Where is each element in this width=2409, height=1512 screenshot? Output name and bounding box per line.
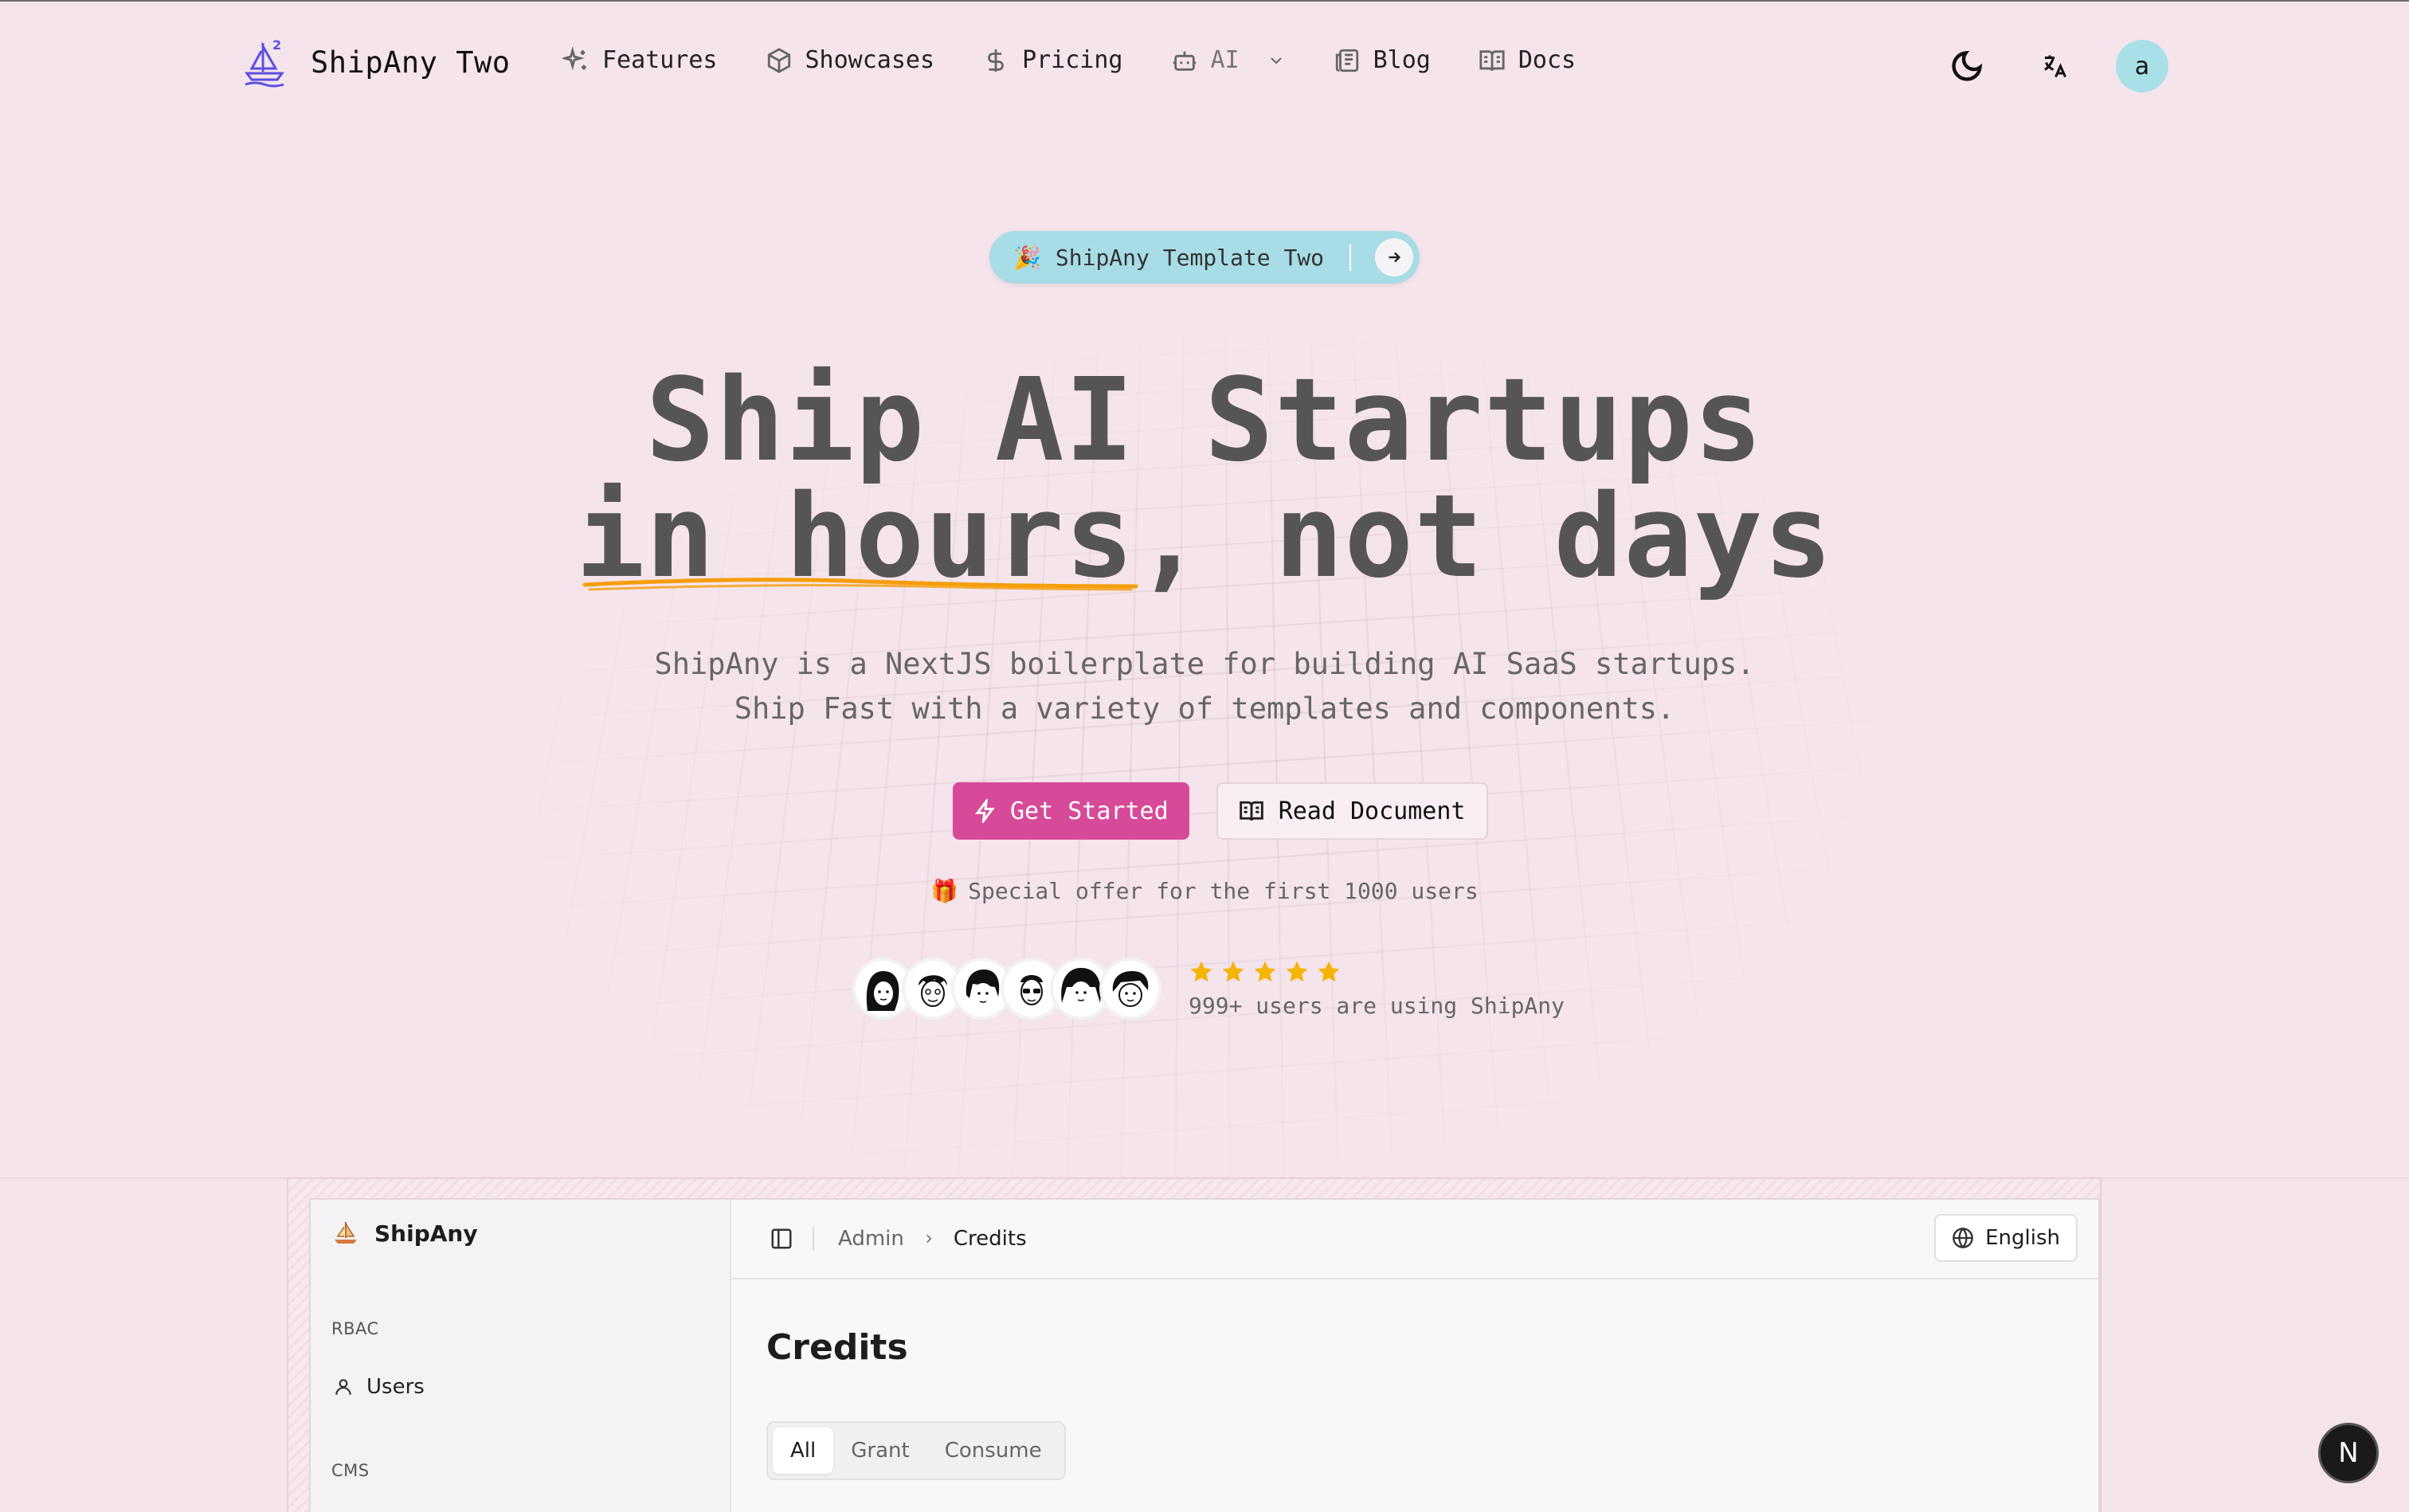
dashboard-preview: ShipAny RBAC Users CMS Admin Credits Eng… (309, 1198, 2100, 1512)
sidebar-group-cms: CMS (331, 1461, 370, 1480)
gift-icon: 🎁 (930, 878, 959, 904)
language-label: English (1985, 1226, 2060, 1250)
breadcrumb-admin[interactable]: Admin (838, 1227, 904, 1251)
read-document-button[interactable]: Read Document (1216, 782, 1488, 840)
star-icon (1254, 961, 1276, 981)
sparkles-icon (562, 46, 586, 70)
star-icon (1286, 961, 1308, 981)
tab-grant[interactable]: Grant (833, 1428, 926, 1474)
sidebar-brand-name: ShipAny (374, 1220, 478, 1247)
hero-title: Ship AI Startups in hours, not days (0, 362, 2409, 594)
preview-topbar: Admin Credits English (731, 1200, 2098, 1279)
star-rating (1189, 959, 1565, 985)
user-avatar-initial: a (2134, 52, 2150, 80)
brand-link[interactable]: 2 ShipAny Two (244, 37, 511, 88)
arrow-right-icon (1389, 252, 1401, 263)
announcement-text: ShipAny Template Two (1055, 244, 1325, 271)
moon-icon (1952, 50, 1983, 81)
chevron-down-icon (1270, 57, 1282, 64)
credit-filter-tabs: All Grant Consume (766, 1421, 1066, 1480)
header-actions: a (1941, 40, 2168, 92)
star-icon (1190, 961, 1212, 981)
main-nav: Features Showcases Pricing AI Blog Docs (562, 46, 1624, 74)
user-avatar-stack (852, 958, 1161, 1020)
theme-toggle-button[interactable] (1941, 40, 1993, 92)
party-popper-icon: 🎉 (1013, 244, 1041, 271)
user-icon (335, 1379, 351, 1395)
nav-ai-dropdown[interactable]: AI (1171, 46, 1286, 74)
zap-icon (975, 799, 995, 823)
translate-icon (2044, 55, 2066, 78)
bot-icon (1173, 51, 1196, 71)
sidebar-group-rbac: RBAC (331, 1319, 379, 1338)
badge-arrow-button[interactable] (1375, 238, 1414, 276)
book-icon (1479, 49, 1505, 71)
read-document-label: Read Document (1278, 797, 1466, 825)
brand-name: ShipAny Two (311, 45, 511, 80)
nav-features[interactable]: Features (562, 46, 718, 74)
language-select-button[interactable]: English (1934, 1214, 2078, 1262)
star-icon (1318, 961, 1340, 981)
special-offer-text: Special offer for the first 1000 users (968, 878, 1479, 904)
tab-all[interactable]: All (773, 1428, 834, 1474)
nav-docs[interactable]: Docs (1479, 46, 1576, 74)
cta-row: Get Started Read Document (953, 782, 1488, 840)
page-title: Credits (766, 1327, 908, 1368)
highlight-underline (582, 578, 1138, 591)
sidebar-toggle-icon[interactable] (770, 1227, 793, 1251)
preview-main: Admin Credits English Credits All Grant … (731, 1200, 2098, 1512)
get-started-label: Get Started (1010, 797, 1169, 825)
hero-title-line1: Ship AI Startups (645, 353, 1764, 487)
chevron-right-icon (926, 1234, 932, 1244)
sidebar-item-users-label: Users (366, 1375, 425, 1399)
box-icon (767, 47, 790, 73)
language-switch-button[interactable] (2028, 40, 2081, 92)
sidebar-item-users[interactable]: Users (333, 1375, 425, 1399)
star-icon (1222, 961, 1244, 981)
user-face-avatar (1099, 958, 1161, 1020)
preview-sidebar: ShipAny RBAC Users CMS (311, 1200, 731, 1512)
hero-subtitle: ShipAny is a NextJS boilerplate for buil… (0, 642, 2409, 731)
sailboat-logo-icon (335, 1221, 357, 1244)
special-offer: 🎁 Special offer for the first 1000 users (0, 878, 2409, 904)
tab-consume[interactable]: Consume (927, 1428, 1060, 1474)
hero-subtitle-line2: Ship Fast with a variety of templates an… (734, 691, 1675, 726)
newspaper-icon (1335, 49, 1358, 72)
sidebar-brand[interactable]: ShipAny (331, 1219, 478, 1248)
nav-pricing-label: Pricing (1022, 46, 1123, 74)
nav-ai-label: AI (1210, 46, 1240, 74)
nav-showcases-label: Showcases (805, 46, 935, 74)
nav-blog[interactable]: Blog (1334, 46, 1431, 74)
dollar-icon (988, 49, 1004, 72)
svg-text:2: 2 (272, 37, 281, 53)
globe-icon (1953, 1228, 1973, 1249)
nav-docs-label: Docs (1518, 46, 1577, 74)
nav-features-label: Features (602, 46, 718, 74)
social-proof: 999+ users are using ShipAny (852, 958, 1565, 1020)
sailboat-logo-icon: 2 (245, 37, 284, 88)
nav-blog-label: Blog (1373, 46, 1431, 74)
announcement-badge[interactable]: 🎉 ShipAny Template Two (989, 231, 1420, 284)
user-avatar[interactable]: a (2116, 40, 2168, 92)
nav-showcases[interactable]: Showcases (766, 46, 935, 74)
book-open-icon (1239, 801, 1263, 821)
rating-text: 999+ users are using ShipAny (1189, 992, 1565, 1019)
badge-divider (1349, 244, 1352, 271)
rating-block: 999+ users are using ShipAny (1189, 959, 1565, 1019)
topbar-divider (813, 1227, 814, 1251)
breadcrumb-credits: Credits (953, 1227, 1027, 1251)
get-started-button[interactable]: Get Started (953, 782, 1189, 840)
site-header: 2 ShipAny Two Features Showcases Pricing… (0, 2, 2409, 129)
hero-subtitle-line1: ShipAny is a NextJS boilerplate for buil… (654, 647, 1755, 681)
nextjs-devtools-button[interactable]: N (2318, 1423, 2379, 1483)
nextjs-logo-letter: N (2338, 1437, 2359, 1469)
nav-pricing[interactable]: Pricing (982, 46, 1123, 74)
